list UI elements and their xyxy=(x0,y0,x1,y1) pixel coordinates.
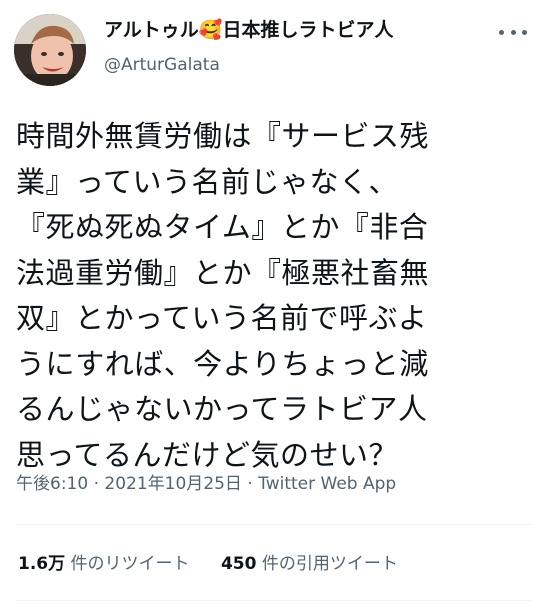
retweets-stat[interactable]: 1.6万 件のリツイート xyxy=(18,552,190,576)
more-horizontal-icon-dot xyxy=(510,29,516,35)
divider xyxy=(16,524,531,525)
quotes-count: 450 xyxy=(220,554,257,574)
display-name[interactable]: アルトゥル🥰日本推しラトビア人 xyxy=(104,18,393,42)
more-horizontal-icon-dot xyxy=(522,29,527,35)
more-options-button[interactable] xyxy=(499,22,527,42)
quotes-label: 件の引用ツイート xyxy=(261,554,398,574)
engagement-stats: 1.6万 件のリツイート 450 件の引用ツイート xyxy=(18,552,398,576)
tweet-text: 時間外無賃労働は『サービス残 業』っていう名前じゃなく、 『死ぬ死ぬタイム』とか… xyxy=(16,119,430,472)
retweets-label: 件のリツイート xyxy=(70,554,190,574)
more-horizontal-icon xyxy=(499,29,504,35)
avatar[interactable] xyxy=(14,14,86,86)
quotes-stat[interactable]: 450 件の引用ツイート xyxy=(221,552,398,576)
divider xyxy=(16,600,531,601)
user-handle[interactable]: @ArturGalata xyxy=(104,54,220,76)
tweet-card: アルトゥル🥰日本推しラトビア人 @ArturGalata 時間外無賃労働は『サー… xyxy=(0,0,547,606)
tweet-timestamp[interactable]: 午後6:10 · 2021年10月25日 · Twitter Web App xyxy=(16,472,396,496)
retweets-count: 1.6万 xyxy=(18,554,66,574)
